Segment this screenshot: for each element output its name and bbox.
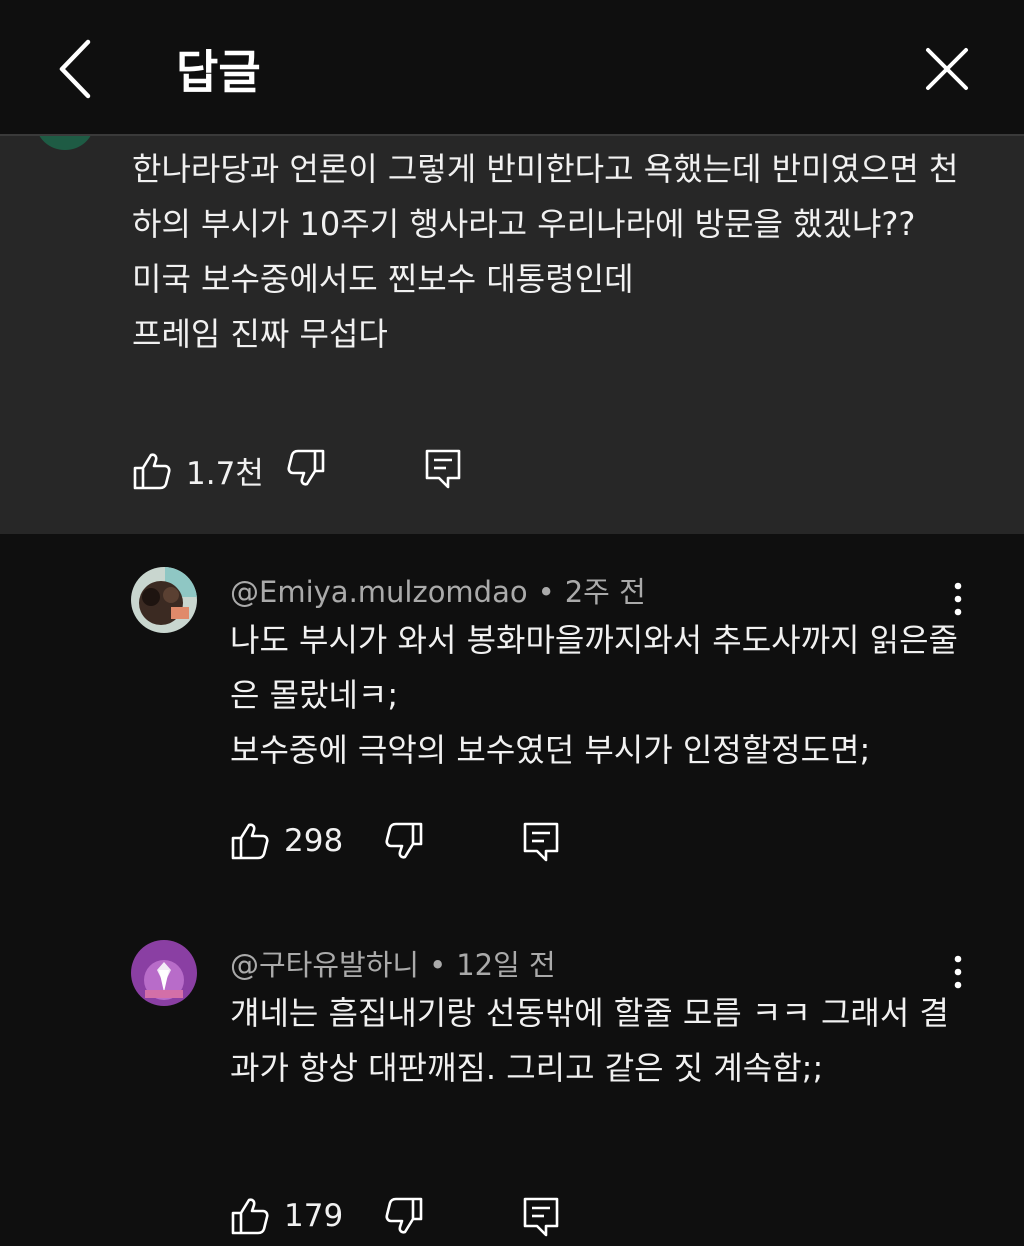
like-button[interactable]: 298 (230, 821, 343, 861)
thumbs-down-icon (385, 1197, 423, 1234)
thumbs-up-icon (231, 1198, 269, 1235)
more-button[interactable] (946, 954, 970, 990)
comment-meta: @Emiya.mulzomdao • 2주 전 (230, 569, 646, 611)
thumbs-down-icon (385, 822, 423, 859)
reply-item: @Emiya.mulzomdao • 2주 전 나도 부시가 와서 봉화마을까지와서… (0, 567, 1024, 887)
author-name[interactable]: @구타유발하니 (230, 948, 419, 982)
more-vert-icon (954, 955, 962, 989)
author-name[interactable]: @Emiya.mulzomdao (230, 575, 528, 609)
like-count: 1.7천 (186, 456, 264, 492)
header-bar: 답글 (0, 0, 1024, 136)
close-icon (926, 48, 968, 90)
like-count: 298 (284, 823, 344, 859)
reply-icon (425, 449, 461, 489)
comment-actions: 298 (230, 821, 590, 871)
thumbs-up-icon (133, 452, 171, 489)
comment-meta: @구타유발하니 • 12일 전 (230, 942, 556, 984)
like-count: 179 (284, 1198, 344, 1234)
avatar[interactable] (131, 567, 197, 633)
reply-button[interactable] (522, 821, 560, 863)
thumbs-down-icon (287, 449, 325, 486)
back-button[interactable] (52, 38, 102, 100)
dislike-button[interactable] (286, 448, 326, 488)
comment-text: 걔네는 흠집내기랑 선동밖에 할줄 모름 ㅋㅋ 그래서 결과가 항상 대판깨짐.… (230, 994, 949, 1087)
dislike-button[interactable] (384, 821, 424, 861)
avatar[interactable] (131, 940, 197, 1006)
timestamp: 12일 전 (456, 948, 556, 982)
comment-actions: 179 (230, 1196, 590, 1246)
thumbs-up-icon (231, 823, 269, 860)
separator-dot: • (429, 948, 447, 982)
timestamp: 2주 전 (564, 575, 646, 609)
comment-actions: 1.7천 (132, 448, 492, 498)
separator-dot: • (537, 575, 555, 609)
parent-comment: 한나라당과 언론이 그렇게 반미한다고 욕했는데 반미였으면 천하의 부시가 1… (0, 96, 1024, 534)
more-button[interactable] (946, 581, 970, 617)
comment-text: 나도 부시가 와서 봉화마을까지와서 추도사까지 읽은줄은 몰랐네ㅋ; 보수중에… (230, 621, 958, 769)
reply-button[interactable] (424, 448, 462, 490)
like-button[interactable]: 179 (230, 1196, 343, 1236)
reply-icon (523, 822, 559, 862)
back-arrow-icon (59, 39, 91, 99)
reply-item: @구타유발하니 • 12일 전 걔네는 흠집내기랑 선동밖에 할줄 모름 ㅋㅋ 그래… (0, 940, 1024, 1237)
more-vert-icon (954, 582, 962, 616)
dislike-button[interactable] (384, 1196, 424, 1236)
close-button[interactable] (922, 44, 972, 94)
page-title: 답글 (176, 45, 261, 99)
comment-text: 한나라당과 언론이 그렇게 반미한다고 욕했는데 반미였으면 천하의 부시가 1… (132, 150, 959, 353)
like-button[interactable]: 1.7천 (132, 448, 264, 493)
